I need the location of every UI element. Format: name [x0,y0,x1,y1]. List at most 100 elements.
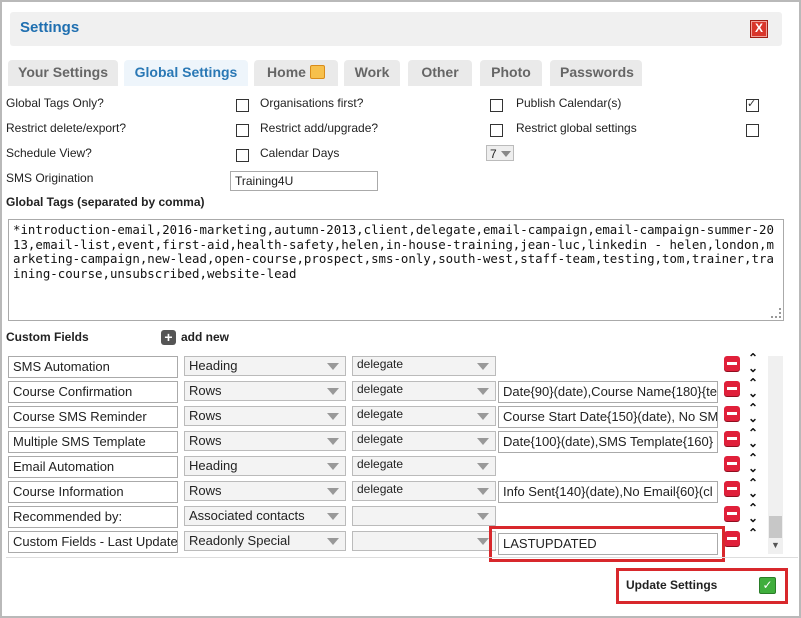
resize-handle-icon[interactable] [771,308,781,318]
remove-field-button[interactable] [724,481,740,496]
field-type-select[interactable]: Heading [184,356,346,376]
tab-your-settings[interactable]: Your Settings [8,60,118,86]
remove-field-button[interactable] [724,356,740,371]
field-assoc-select[interactable] [352,531,496,551]
field-options-input[interactable]: Date{100}(date),SMS Template{160} [498,431,718,453]
remove-field-button[interactable] [724,381,740,396]
edit-icon[interactable] [309,65,325,79]
tab-photo[interactable]: Photo [480,60,542,86]
field-name-input[interactable]: Multiple SMS Template [8,431,178,453]
field-type-value: Rows [189,408,222,423]
tab-other[interactable]: Other [408,60,472,86]
chevron-down-icon [477,413,489,420]
add-icon[interactable]: + [161,330,176,345]
field-type-select[interactable]: Readonly Special [184,531,346,551]
update-settings-area: Update Settings ✓ [616,568,788,604]
checkmark-icon[interactable]: ✓ [759,577,776,594]
field-type-select[interactable]: Associated contacts [184,506,346,526]
reorder-icon[interactable]: ⌃ ⌄ [746,477,760,502]
chevron-down-icon[interactable]: ▼ [768,540,783,552]
close-button[interactable]: X [750,20,768,38]
field-name-input[interactable]: Recommended by: [8,506,178,528]
field-type-select[interactable]: Rows [184,431,346,451]
restrict-global-settings-checkbox[interactable] [746,124,759,137]
tab-label: Work [354,64,390,80]
divider [6,557,798,558]
update-settings-button[interactable]: Update Settings ✓ [616,568,788,604]
schedule-view-checkbox[interactable] [236,149,249,162]
field-name-input[interactable]: Course SMS Reminder [8,406,178,428]
chevron-down-icon [477,363,489,370]
tab-label: Photo [491,64,531,80]
chevron-down-icon [327,463,339,470]
field-assoc-select[interactable]: delegate [352,431,496,451]
tab-global-settings[interactable]: Global Settings [124,60,248,86]
sms-origination-label: SMS Origination [6,171,94,185]
reorder-icon[interactable]: ⌃ ⌄ [746,352,760,377]
reorder-icon[interactable]: ⌃ ⌄ [746,452,760,477]
tab-label: Global Settings [134,64,238,80]
field-type-select[interactable]: Rows [184,381,346,401]
tab-label: Home [267,64,306,80]
global-tags-only-label: Global Tags Only? [6,96,104,110]
field-name-input[interactable]: Course Confirmation [8,381,178,403]
field-assoc-value: delegate [357,457,404,471]
field-assoc-select[interactable] [352,506,496,526]
restrict-add-upgrade-checkbox[interactable] [490,124,503,137]
tab-passwords[interactable]: Passwords [550,60,642,86]
scrollbar-thumb[interactable] [769,516,782,538]
reorder-icon[interactable]: ⌃ ⌄ [746,377,760,402]
organisations-first-checkbox[interactable] [490,99,503,112]
field-options-input[interactable]: Date{90}(date),Course Name{180}{te [498,381,718,403]
field-type-select[interactable]: Heading [184,456,346,476]
dialog-title: Settings [20,19,80,36]
chevron-down-icon [327,363,339,370]
remove-field-button[interactable] [724,431,740,446]
restrict-add-upgrade-label: Restrict add/upgrade? [260,121,379,135]
sms-origination-input[interactable]: Training4U [230,171,378,191]
field-type-value: Associated contacts [189,508,305,523]
tab-work[interactable]: Work [344,60,400,86]
global-tags-label: Global Tags (separated by comma) [6,195,205,209]
add-new-link[interactable]: add new [181,330,229,344]
field-assoc-select[interactable]: delegate [352,456,496,476]
field-assoc-select[interactable]: delegate [352,406,496,426]
global-tags-textarea[interactable]: *introduction-email,2016-marketing,autum… [8,219,784,321]
field-type-value: Rows [189,383,222,398]
field-name-input[interactable]: Course Information [8,481,178,503]
reorder-icon[interactable]: ⌃ ⌄ [746,402,760,427]
field-assoc-select[interactable]: delegate [352,356,496,376]
publish-calendars-checkbox[interactable] [746,97,759,112]
field-assoc-value: delegate [357,407,404,421]
field-name-input[interactable]: SMS Automation [8,356,178,378]
field-type-value: Heading [189,458,238,473]
custom-fields-label: Custom Fields [6,330,89,344]
remove-field-button[interactable] [724,456,740,471]
field-name-input[interactable]: Custom Fields - Last Updated [8,531,178,553]
reorder-icon[interactable]: ⌃ [746,527,760,552]
chevron-down-icon [477,513,489,520]
tab-home[interactable]: Home [254,60,338,86]
field-type-value: Heading [189,358,238,373]
field-name-input[interactable]: Email Automation [8,456,178,478]
chevron-down-icon [477,388,489,395]
remove-field-button[interactable] [724,406,740,421]
field-assoc-value: delegate [357,382,404,396]
remove-field-button[interactable] [724,506,740,521]
field-options-input[interactable]: Course Start Date{150}(date), No SM [498,406,718,428]
field-options-input[interactable]: Info Sent{140}(date),No Email{60}(cl [498,481,718,503]
global-tags-only-checkbox[interactable] [236,99,249,112]
field-assoc-select[interactable]: delegate [352,481,496,501]
reorder-icon[interactable]: ⌃ ⌄ [746,502,760,527]
field-type-select[interactable]: Rows [184,406,346,426]
field-type-select[interactable]: Rows [184,481,346,501]
chevron-down-icon [327,513,339,520]
reorder-icon[interactable]: ⌃ ⌄ [746,427,760,452]
field-assoc-select[interactable]: delegate [352,381,496,401]
chevron-down-icon [327,438,339,445]
remove-field-button[interactable] [724,531,740,546]
calendar-days-select[interactable]: 7 [486,145,514,161]
restrict-delete-export-checkbox[interactable] [236,124,249,137]
custom-fields-scrollbar[interactable]: ▼ [768,356,783,554]
field-type-value: Readonly Special [189,533,291,548]
